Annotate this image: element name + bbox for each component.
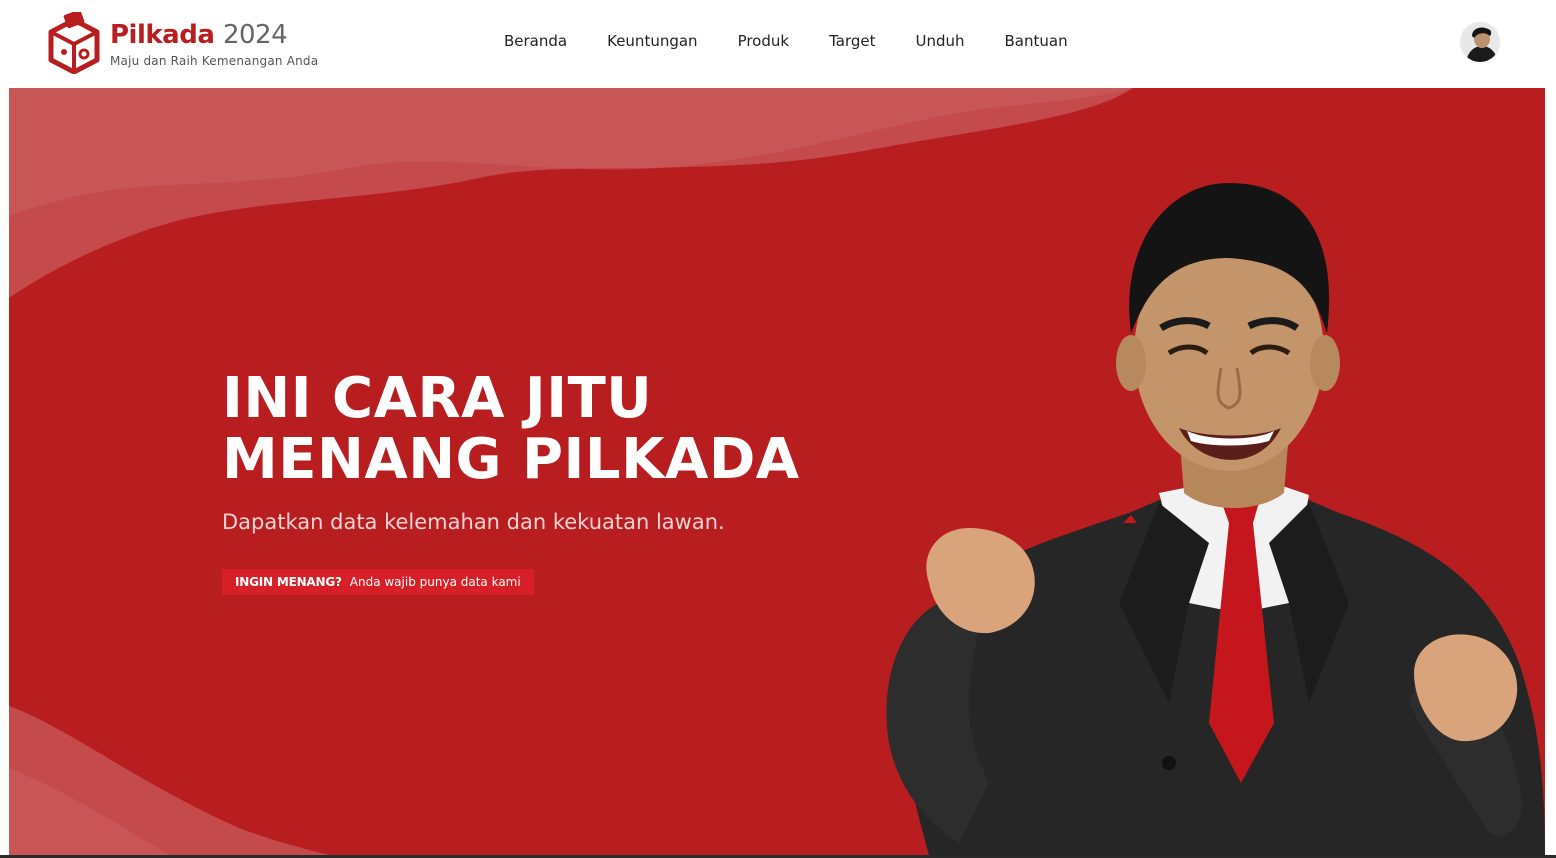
main-nav: Beranda Keuntungan Produk Target Unduh B… (504, 30, 1068, 52)
hero-subheadline: Dapatkan data kelemahan dan kekuatan law… (222, 510, 725, 534)
nav-item-bantuan[interactable]: Bantuan (1005, 30, 1068, 52)
hero-headline: INI CARA JITU MENANG PILKADA (222, 368, 800, 490)
brand[interactable]: Pilkada 2024 Maju dan Raih Kemenangan An… (110, 18, 318, 68)
user-avatar[interactable] (1460, 22, 1500, 62)
cta-text: Anda wajib punya data kami (349, 575, 521, 589)
cta-badge[interactable]: INGIN MENANG? Anda wajib punya data kami (222, 569, 534, 595)
cta-bold-text: INGIN MENANG? (235, 575, 342, 589)
ballot-box-icon[interactable] (47, 12, 101, 74)
brand-title: Pilkada 2024 (110, 18, 318, 52)
hero-headline-line1: INI CARA JITU (222, 366, 653, 431)
nav-item-produk[interactable]: Produk (738, 30, 790, 52)
hero-banner: INI CARA JITU MENANG PILKADA Dapatkan da… (9, 88, 1545, 855)
top-navbar: Pilkada 2024 Maju dan Raih Kemenangan An… (0, 0, 1556, 88)
nav-item-target[interactable]: Target (829, 30, 875, 52)
nav-item-keuntungan[interactable]: Keuntungan (607, 30, 697, 52)
nav-item-unduh[interactable]: Unduh (915, 30, 964, 52)
politician-illustration (886, 183, 1545, 855)
avatar-image (1460, 22, 1500, 62)
brand-tagline: Maju dan Raih Kemenangan Anda (110, 54, 319, 68)
hero-headline-line2: MENANG PILKADA (222, 427, 800, 492)
brand-name: Pilkada (110, 20, 215, 50)
brand-year: 2024 (222, 20, 288, 50)
nav-item-beranda[interactable]: Beranda (504, 30, 567, 52)
